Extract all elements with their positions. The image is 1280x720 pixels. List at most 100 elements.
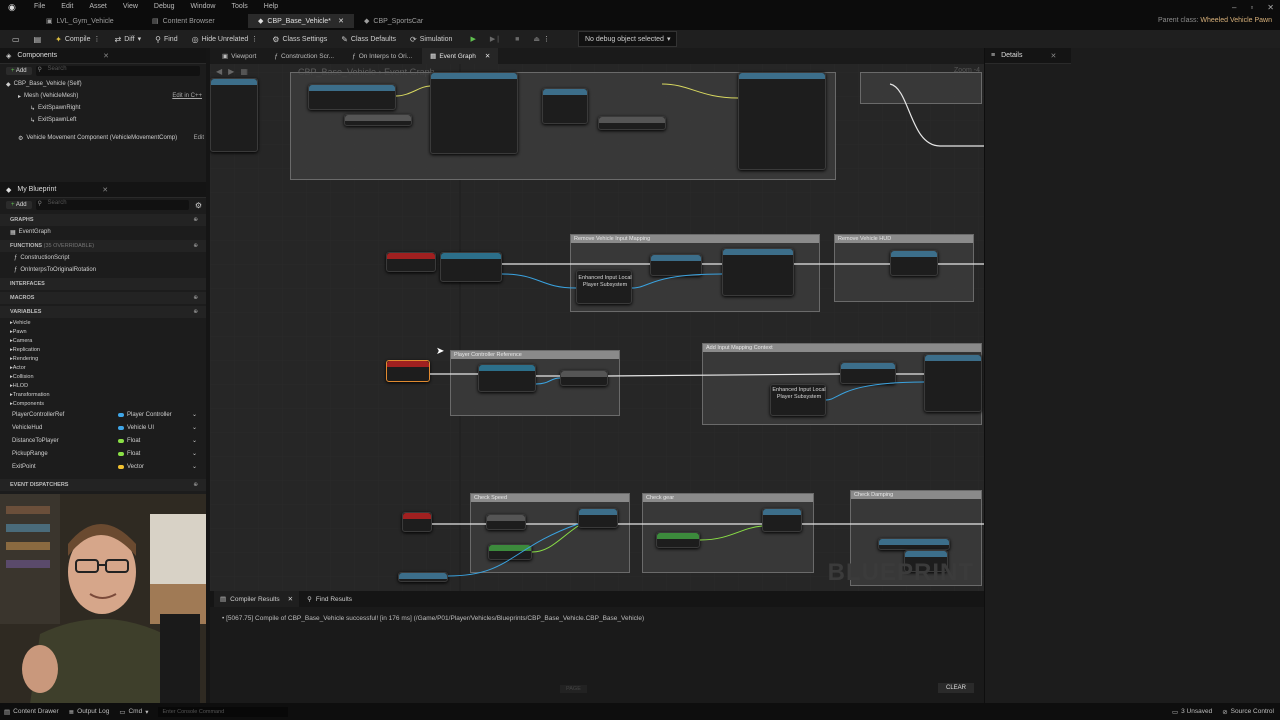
selected-event-node[interactable]: [386, 360, 430, 382]
close-icon[interactable]: ✕: [1051, 52, 1057, 60]
graph-node[interactable]: [762, 508, 802, 532]
minimize-icon[interactable]: –: [1232, 3, 1236, 12]
diff-button[interactable]: ⇄ Diff ▾: [109, 31, 148, 47]
doc-tab-content-browser[interactable]: ▤ Content Browser: [142, 14, 248, 28]
graph-node[interactable]: [210, 78, 258, 152]
more-icon[interactable]: ⋮: [543, 35, 550, 43]
tab-compiler-results[interactable]: ▤ Compiler Results ✕: [214, 591, 300, 607]
tab-construction-script[interactable]: ƒ Construction Scr...: [266, 48, 342, 64]
chevron-down-icon[interactable]: ⌄: [192, 424, 197, 431]
back-arrow-icon[interactable]: ◀: [216, 67, 222, 76]
source-control-button[interactable]: ⊘ Source Control: [1222, 708, 1274, 716]
my-blueprint-tab[interactable]: ◆ My Blueprint ✕: [0, 182, 206, 198]
graph-node[interactable]: [598, 116, 666, 130]
tab-find-results[interactable]: ⚲ Find Results: [301, 591, 358, 607]
var-category[interactable]: ▸ HLOD: [0, 381, 206, 390]
graph-node[interactable]: [722, 248, 794, 296]
stop-button[interactable]: ■: [509, 31, 525, 47]
simulation-button[interactable]: ⟳ Simulation: [404, 31, 458, 47]
content-drawer-button[interactable]: ▤ Content Drawer: [4, 708, 59, 716]
cast-node[interactable]: [440, 252, 502, 282]
menu-debug[interactable]: Debug: [146, 2, 183, 11]
event-dispatchers-section[interactable]: EVENT DISPATCHERS ⊕: [0, 479, 206, 491]
add-circle-icon[interactable]: ⊕: [193, 309, 198, 315]
page-button[interactable]: PAGE: [560, 685, 587, 693]
event-tick-node[interactable]: [402, 512, 432, 532]
doc-tab-cbp-sportscar[interactable]: ◆ CBP_SportsCar: [354, 14, 460, 28]
menu-asset[interactable]: Asset: [81, 2, 115, 11]
graph-node[interactable]: [738, 72, 826, 170]
close-icon[interactable]: ✕: [485, 52, 490, 60]
tab-on-interps[interactable]: ƒ On Interps to Ori...: [344, 48, 420, 64]
find-button[interactable]: ⚲ Find: [149, 31, 183, 47]
variables-section[interactable]: VARIABLES ⊕: [0, 306, 206, 318]
var-category[interactable]: ▸ Components: [0, 399, 206, 408]
tree-item-exit-left[interactable]: ↳ ExitSpawnLeft: [0, 114, 206, 126]
edit-link[interactable]: Edit: [194, 135, 204, 141]
tab-viewport[interactable]: ▣ Viewport: [214, 48, 264, 64]
variable-row[interactable]: PlayerControllerRef Player Controller ⌄: [0, 408, 206, 421]
tree-item-self[interactable]: ◆ CBP_Base_Vehicle (Self): [0, 78, 206, 90]
close-icon[interactable]: ✕: [338, 17, 344, 25]
tree-item-movement[interactable]: ⚙ Vehicle Movement Component (VehicleMove…: [0, 132, 206, 144]
play-button[interactable]: ▶: [464, 31, 481, 47]
event-graph-item[interactable]: ▦ EventGraph: [0, 226, 206, 238]
function-item[interactable]: ƒ OnInterpsToOriginalRotation: [0, 264, 206, 276]
interfaces-section[interactable]: INTERFACES: [0, 278, 206, 290]
add-member-button[interactable]: + Add: [6, 201, 32, 209]
graph-node[interactable]: [890, 250, 938, 276]
comment-check-speed[interactable]: Check Speed: [470, 493, 630, 573]
chevron-down-icon[interactable]: ⌄: [192, 450, 197, 457]
graph-node[interactable]: [344, 114, 412, 126]
graph-node[interactable]: [542, 88, 588, 124]
var-category[interactable]: ▸ Replication: [0, 345, 206, 354]
menu-edit[interactable]: Edit: [53, 2, 81, 11]
add-circle-icon[interactable]: ⊕: [193, 482, 198, 488]
chevron-down-icon[interactable]: ⌄: [192, 411, 197, 418]
clear-button[interactable]: CLEAR: [937, 683, 974, 693]
graph-node[interactable]: [430, 72, 518, 154]
add-circle-icon[interactable]: ⊕: [193, 217, 198, 223]
functions-section[interactable]: FUNCTIONS (35 OVERRIDABLE) ⊕: [0, 240, 206, 252]
graph-node[interactable]: [878, 538, 950, 550]
doc-tab-cbp-base-vehicle[interactable]: ◆ CBP_Base_Vehicle* ✕: [248, 14, 354, 28]
chevron-down-icon[interactable]: ⌄: [192, 463, 197, 470]
eject-button[interactable]: ⏏ ⋮: [527, 31, 556, 47]
more-icon[interactable]: ⋮: [251, 35, 258, 43]
debug-object-dropdown[interactable]: No debug object selected ▾: [577, 31, 678, 47]
close-window-icon[interactable]: ✕: [1267, 3, 1274, 12]
menu-file[interactable]: File: [26, 2, 53, 11]
maximize-icon[interactable]: ▫: [1250, 3, 1253, 12]
edit-in-cpp-link[interactable]: Edit in C++: [172, 93, 202, 99]
close-icon[interactable]: ✕: [103, 52, 109, 60]
unsaved-button[interactable]: ▭ 3 Unsaved: [1172, 708, 1212, 716]
add-circle-icon[interactable]: ⊕: [193, 295, 198, 301]
graphs-section[interactable]: GRAPHS ⊕: [0, 214, 206, 226]
menu-window[interactable]: Window: [183, 2, 224, 11]
tree-item-exit-right[interactable]: ↳ ExitSpawnRight: [0, 102, 206, 114]
class-settings-button[interactable]: ⚙ Class Settings: [266, 31, 333, 47]
function-item[interactable]: ƒ ConstructionScript: [0, 252, 206, 264]
chevron-down-icon[interactable]: ⌄: [192, 437, 197, 444]
graph-node[interactable]: [486, 514, 526, 530]
hide-unrelated-button[interactable]: ◎ Hide Unrelated ⋮: [186, 31, 265, 47]
variable-row[interactable]: DistanceToPlayer Float ⌄: [0, 434, 206, 447]
close-icon[interactable]: ✕: [102, 186, 108, 194]
components-search-input[interactable]: ⚲ Search: [35, 66, 200, 76]
comment-box[interactable]: [860, 72, 982, 104]
subsystem-node[interactable]: Enhanced Input Local Player Subsystem: [770, 384, 826, 416]
var-category[interactable]: ▸ Transformation: [0, 390, 206, 399]
var-category[interactable]: ▸ Vehicle: [0, 318, 206, 327]
doc-tab-level[interactable]: ▣ LVL_Gym_Vehicle: [36, 14, 142, 28]
components-tab[interactable]: ◈ Components ✕: [0, 48, 206, 64]
graph-node[interactable]: [488, 544, 532, 560]
menu-view[interactable]: View: [115, 2, 146, 11]
set-node[interactable]: [560, 370, 608, 386]
graph-node[interactable]: [308, 84, 396, 110]
var-category[interactable]: ▸ Pawn: [0, 327, 206, 336]
tree-item-mesh[interactable]: ▸ Mesh (VehicleMesh) Edit in C++: [0, 90, 206, 102]
var-category[interactable]: ▸ Rendering: [0, 354, 206, 363]
save-button[interactable]: ▭: [6, 31, 26, 47]
more-icon[interactable]: ⋮: [94, 35, 101, 43]
step-button[interactable]: ▶❘: [484, 31, 507, 47]
